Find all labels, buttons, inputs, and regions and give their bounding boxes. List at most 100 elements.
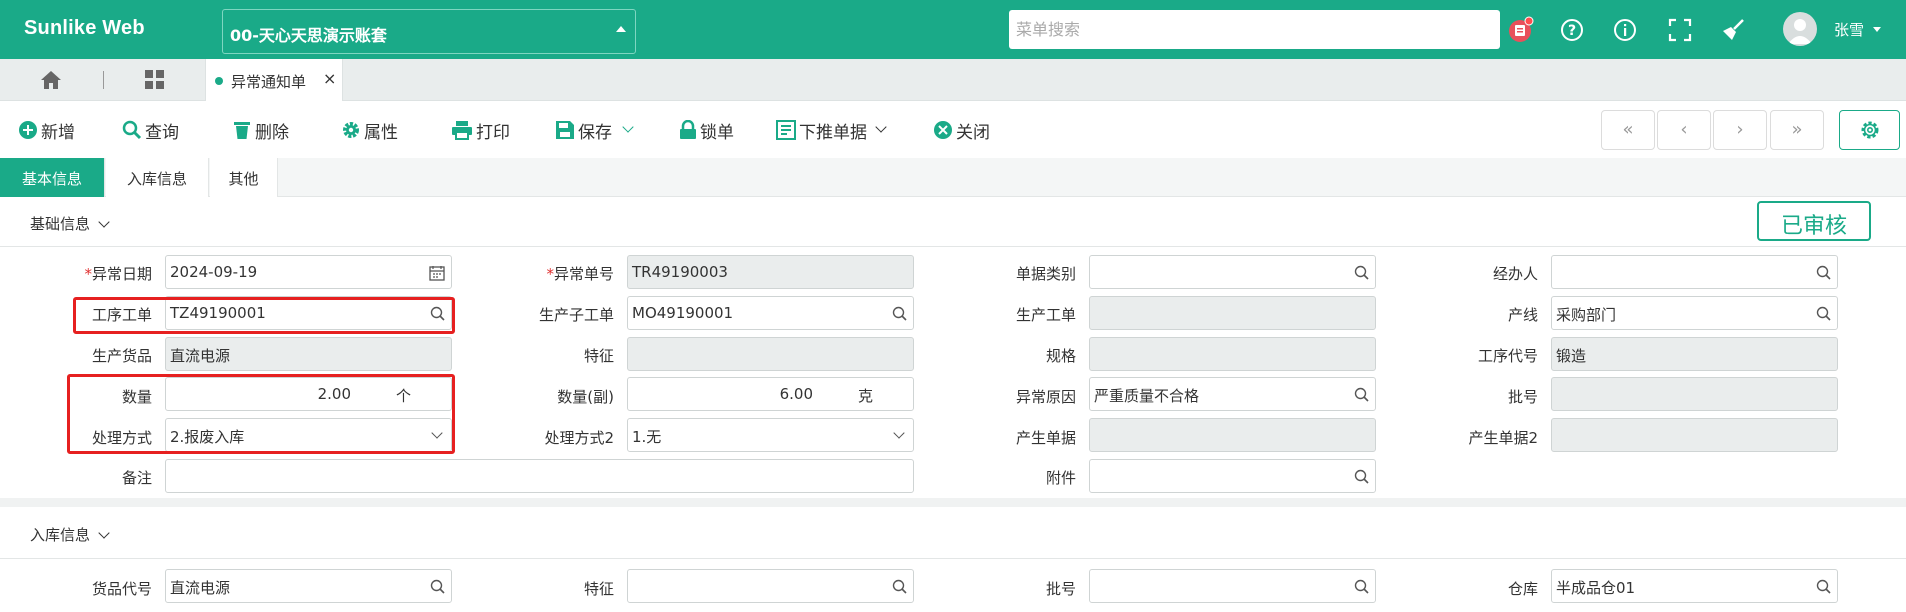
info-icon[interactable] xyxy=(1612,17,1638,43)
label-goods-code: 货品代号 xyxy=(91,580,152,598)
label-process-code: 工序代号 xyxy=(1477,347,1538,365)
svg-text:?: ? xyxy=(1568,23,1576,39)
caret-up-icon xyxy=(616,26,626,32)
label-batch-no: 批号 xyxy=(1507,388,1538,406)
chevron-down-icon xyxy=(875,121,887,133)
storage-feature-field[interactable] xyxy=(627,569,914,603)
goods-code-field[interactable]: 直流电源 xyxy=(165,569,452,603)
label-prod-order: 生产工单 xyxy=(1015,306,1076,324)
save-icon xyxy=(556,121,574,139)
divider xyxy=(0,558,1906,559)
tab-label: 异常通知单 xyxy=(231,73,307,91)
prev-record-button[interactable]: ‹ xyxy=(1657,110,1711,150)
tab-strip: 异常通知单 × xyxy=(0,59,1906,101)
process-code-field: 锻造 xyxy=(1551,337,1838,371)
tab-storage-info[interactable]: 入库信息 xyxy=(106,158,209,197)
tab-exception-notice[interactable]: 异常通知单 × xyxy=(205,59,343,101)
app-logo: Sunlike Web xyxy=(24,17,145,39)
remark-field[interactable] xyxy=(165,459,914,493)
print-button[interactable]: 打印 xyxy=(451,118,510,143)
close-circle-icon xyxy=(934,121,952,139)
notification-icon[interactable] xyxy=(1508,16,1534,42)
handling2-select[interactable]: 1.无 xyxy=(627,418,914,452)
label-handler: 经办人 xyxy=(1492,265,1538,283)
label-qty-sub: 数量(副) xyxy=(557,388,614,406)
section-toggle-storage[interactable]: 入库信息 xyxy=(30,524,110,545)
first-record-button[interactable]: « xyxy=(1601,110,1655,150)
search-icon[interactable] xyxy=(1816,306,1831,321)
feature-field xyxy=(627,337,914,371)
close-button[interactable]: 关闭 xyxy=(933,118,990,143)
label-attachment: 附件 xyxy=(1045,469,1076,487)
attachment-field[interactable] xyxy=(1089,459,1376,493)
warehouse-field[interactable]: 半成品仓01 xyxy=(1551,569,1838,603)
search-icon[interactable] xyxy=(1354,579,1369,594)
highlight-qty-handling xyxy=(67,374,455,454)
settings-gear-icon xyxy=(1861,121,1879,139)
label-doc-category: 单据类别 xyxy=(1015,265,1076,283)
settings-button[interactable] xyxy=(1839,110,1900,150)
search-icon[interactable] xyxy=(1354,469,1369,484)
chevron-down-icon xyxy=(622,121,634,133)
delete-button[interactable]: 删除 xyxy=(232,118,289,143)
prod-goods-field: 直流电源 xyxy=(165,337,452,371)
label-feature: 特征 xyxy=(583,347,614,365)
label-exception-date: *异常日期 xyxy=(84,265,152,283)
search-icon[interactable] xyxy=(892,306,907,321)
label-storage-batch: 批号 xyxy=(1045,580,1076,598)
tab-other[interactable]: 其他 xyxy=(210,158,278,197)
menu-search-input[interactable] xyxy=(1009,10,1500,49)
search-icon[interactable] xyxy=(1354,265,1369,280)
account-name: 00-天心天思演示账套 xyxy=(230,26,387,45)
prod-order-field xyxy=(1089,296,1376,330)
save-button[interactable]: 保存 xyxy=(555,118,634,143)
user-name[interactable]: 张雪 xyxy=(1834,19,1864,40)
next-record-button[interactable]: › xyxy=(1713,110,1767,150)
apps-tab[interactable] xyxy=(104,59,204,101)
push-down-button[interactable]: 下推单据 xyxy=(776,118,887,143)
broom-icon[interactable] xyxy=(1719,17,1745,43)
label-prod-goods: 生产货品 xyxy=(91,347,152,365)
new-button[interactable]: 新增 xyxy=(18,118,75,143)
search-icon[interactable] xyxy=(430,579,445,594)
handler-field[interactable] xyxy=(1551,255,1838,289)
apps-grid-icon xyxy=(145,70,164,89)
top-bar: Sunlike Web 00-天心天思演示账套 ? 张雪 xyxy=(0,0,1906,59)
prod-sub-order-field[interactable]: MO49190001 xyxy=(627,296,914,330)
search-icon[interactable] xyxy=(892,579,907,594)
calendar-icon[interactable] xyxy=(429,265,445,281)
query-button[interactable]: 查询 xyxy=(122,118,179,143)
lock-button[interactable]: 锁单 xyxy=(679,118,734,143)
exception-reason-field[interactable]: 严重质量不合格 xyxy=(1089,377,1376,411)
tab-basic-info[interactable]: 基本信息 xyxy=(0,158,105,197)
fullscreen-icon[interactable] xyxy=(1667,17,1693,43)
chevron-down-icon xyxy=(893,427,905,439)
avatar[interactable] xyxy=(1783,12,1817,46)
property-button[interactable]: 属性 xyxy=(341,118,398,143)
prod-line-field[interactable]: 采购部门 xyxy=(1551,296,1838,330)
section-toggle-basic[interactable]: 基础信息 xyxy=(30,213,110,234)
qty-sub-field[interactable]: 6.00 克 xyxy=(627,377,914,411)
home-icon xyxy=(41,71,61,89)
label-exception-reason: 异常原因 xyxy=(1015,388,1076,406)
chevron-down-icon xyxy=(98,216,110,228)
label-gen-doc2: 产生单据2 xyxy=(1468,429,1538,447)
home-tab[interactable] xyxy=(0,59,103,101)
search-icon[interactable] xyxy=(1816,265,1831,280)
exception-date-field[interactable]: 2024-09-19 xyxy=(165,255,452,289)
caret-down-icon[interactable] xyxy=(1873,27,1881,32)
printer-icon xyxy=(452,121,472,140)
highlight-process-order xyxy=(73,297,455,334)
account-selector[interactable]: 00-天心天思演示账套 xyxy=(222,9,636,54)
storage-batch-field[interactable] xyxy=(1089,569,1376,603)
exception-no-field: TR49190003 xyxy=(627,255,914,289)
search-icon[interactable] xyxy=(1816,579,1831,594)
gen-doc-field xyxy=(1089,418,1376,452)
last-record-button[interactable]: » xyxy=(1770,110,1824,150)
doc-category-field[interactable] xyxy=(1089,255,1376,289)
search-icon[interactable] xyxy=(1354,387,1369,402)
search-icon xyxy=(122,120,142,140)
close-icon[interactable]: × xyxy=(323,69,336,88)
label-spec: 规格 xyxy=(1045,347,1076,365)
help-icon[interactable]: ? xyxy=(1559,17,1585,43)
